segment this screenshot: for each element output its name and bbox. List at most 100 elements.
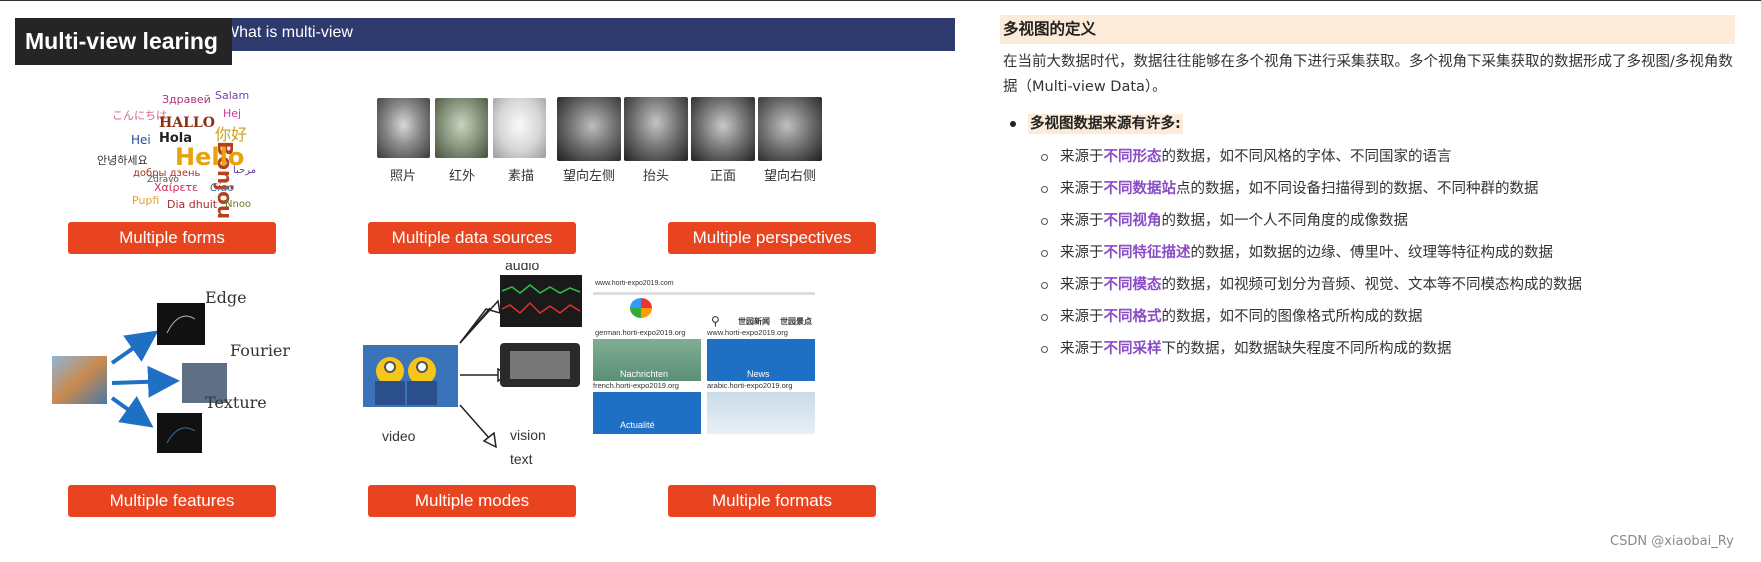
item-highlight: 不同模态: [1103, 277, 1162, 293]
feature-label: Fourier: [230, 341, 291, 360]
item-suffix: 点的数据，如不同设备扫描得到的数据、不同种群的数据: [1176, 181, 1539, 197]
banner-text: What is multi-view: [224, 24, 353, 41]
list-bullet: [1041, 314, 1048, 321]
sources-list: 来源于不同形态的数据，如不同风格的字体、不同国家的语言 来源于不同数据站点的数据…: [1000, 141, 1735, 365]
search-icon: ⚲: [711, 314, 720, 328]
word-cloud-word: 你好: [215, 125, 248, 144]
list-item: 来源于不同形态的数据，如不同风格的字体、不同国家的语言: [1000, 141, 1735, 173]
item-suffix: 的数据，如一个人不同角度的成像数据: [1161, 213, 1409, 229]
multiple-forms-button[interactable]: Multiple forms: [68, 222, 276, 254]
face-right-view: [758, 97, 822, 161]
url-divider: [593, 292, 815, 295]
csdn-watermark: CSDN @xiaobai_Ry: [1610, 534, 1734, 549]
mode-label: vision: [510, 427, 546, 443]
list-item: 来源于不同数据站点的数据，如不同设备扫描得到的数据、不同种群的数据: [1000, 173, 1735, 205]
face-label: 红外: [449, 169, 476, 184]
definition-paragraph: 在当前大数据时代，数据往往能够在多个视角下进行采集获取。多个视角下采集获取的数据…: [1003, 54, 1733, 95]
arabic-site-thumbnail: [707, 392, 815, 434]
item-highlight: 不同采样: [1103, 341, 1162, 357]
mode-label: text: [510, 451, 533, 467]
multiple-modes-button[interactable]: Multiple modes: [368, 485, 576, 517]
item-prefix: 来源于: [1060, 245, 1104, 261]
slide-title: Multi-view learing: [15, 18, 232, 65]
sources-bullet: 多视图数据来源有许多:: [1000, 110, 1735, 138]
slide-image: What is multi-view Multi-view learing Зд…: [12, 15, 957, 525]
list-item: 来源于不同特征描述的数据，如数据的边缘、傅里叶、纹理等特征构成的数据: [1000, 237, 1735, 269]
sketch-face: [493, 98, 546, 158]
item-prefix: 来源于: [1060, 213, 1104, 229]
item-highlight: 不同形态: [1103, 149, 1162, 165]
format-url: www.horti-expo2019.com: [595, 280, 674, 287]
item-suffix: 的数据，如数据的边缘、傅里叶、纹理等特征构成的数据: [1190, 245, 1554, 261]
edge-image: [157, 303, 205, 345]
word-cloud-word: добры дзень: [133, 168, 201, 179]
list-item: 来源于不同视角的数据，如一个人不同角度的成像数据: [1000, 205, 1735, 237]
formats-image: www.horti-expo2019.com german.horti-expo…: [575, 280, 815, 470]
format-caption: Nachrichten: [620, 369, 669, 379]
face-label: 素描: [508, 169, 535, 184]
word-cloud-word: Χαίρετε: [154, 181, 199, 194]
format-caption: Actualité: [620, 420, 655, 430]
list-item: 来源于不同模态的数据，如视频可划分为音频、视觉、文本等不同模态构成的数据: [1000, 269, 1735, 301]
list-bullet: [1041, 282, 1048, 289]
item-suffix: 的数据，如不同的图像格式所构成的数据: [1161, 309, 1423, 325]
multiple-formats-button[interactable]: Multiple formats: [668, 485, 876, 517]
word-cloud-word: Dia dhuit: [167, 198, 218, 211]
bullet-text: 多视图数据来源有许多:: [1028, 114, 1183, 134]
multiple-features-button[interactable]: Multiple features: [68, 485, 276, 517]
list-bullet: [1041, 186, 1048, 193]
item-prefix: 来源于: [1060, 181, 1104, 197]
word-cloud-word: Hej: [223, 107, 242, 120]
item-suffix: 下的数据，如数据缺失程度不同所构成的数据: [1161, 341, 1452, 357]
perspectives-image: 望向左侧 抬头 正面 望向右侧: [557, 95, 837, 205]
list-item: 来源于不同采样下的数据，如数据缺失程度不同所构成的数据: [1000, 333, 1735, 365]
format-url: french.horti-expo2019.org: [593, 381, 679, 390]
word-cloud-word: HALLO: [159, 115, 215, 131]
format-url: arabic.horti-expo2019.org: [707, 381, 793, 390]
list-bullet: [1041, 218, 1048, 225]
modes-image: audio video vision text: [360, 263, 585, 468]
nav-item: 世园景点: [780, 317, 812, 326]
section-heading: 多视图的定义: [1000, 15, 1735, 44]
list-item: 来源于不同格式的数据，如不同的图像格式所构成的数据: [1000, 301, 1735, 333]
face-left-view: [557, 97, 621, 161]
perspective-label: 正面: [710, 169, 737, 184]
item-prefix: 来源于: [1060, 277, 1104, 293]
item-suffix: 的数据，如视频可划分为音频、视觉、文本等不同模态构成的数据: [1161, 277, 1583, 293]
format-url: german.horti-expo2019.org: [595, 328, 686, 337]
word-cloud-word: مرحبا: [233, 165, 257, 176]
item-prefix: 来源于: [1060, 341, 1104, 357]
word-cloud-word: Pupfi: [132, 194, 160, 207]
format-url: www.horti-expo2019.org: [707, 328, 788, 337]
item-highlight: 不同视角: [1103, 213, 1162, 229]
feature-label: Texture: [205, 393, 267, 412]
slide-banner: What is multi-view: [217, 18, 955, 51]
multiple-perspectives-button[interactable]: Multiple perspectives: [668, 222, 876, 254]
bird-image: [52, 356, 107, 404]
nav-item: 世园新闻: [738, 317, 770, 326]
perspective-label: 抬头: [643, 169, 670, 184]
mode-label: video: [382, 428, 416, 444]
word-cloud-word: Ciao: [210, 181, 235, 194]
bullet-dot: [1010, 121, 1016, 127]
definition-panel: 多视图的定义 在当前大数据时代，数据往往能够在多个视角下进行采集获取。多个视角下…: [1000, 15, 1735, 365]
face-label: 照片: [390, 169, 417, 184]
face-front-view: [691, 97, 755, 161]
word-cloud-word: 안녕하세요: [97, 154, 148, 167]
data-sources-image: 照片 红外 素描: [372, 93, 572, 203]
item-highlight: 不同特征描述: [1103, 245, 1191, 261]
infrared-face: [435, 98, 488, 158]
features-image: Edge Fourier Texture: [47, 283, 307, 473]
item-highlight: 不同数据站: [1103, 181, 1177, 197]
word-cloud-word: Hei: [131, 133, 151, 147]
expo-logo-icon: [630, 298, 652, 318]
multiple-data-sources-button[interactable]: Multiple data sources: [368, 222, 576, 254]
photo-face: [377, 98, 430, 158]
audio-waveform: [500, 275, 582, 327]
face-up-view: [624, 97, 688, 161]
top-border: [0, 0, 1761, 1]
features-diagram: [52, 303, 227, 453]
item-suffix: 的数据，如不同风格的字体、不同国家的语言: [1161, 149, 1452, 165]
perspective-label: 望向左侧: [563, 169, 616, 184]
word-cloud-image: Здравей Salam こんにちは Hej Bonjour HALLO 你好…: [97, 83, 297, 218]
